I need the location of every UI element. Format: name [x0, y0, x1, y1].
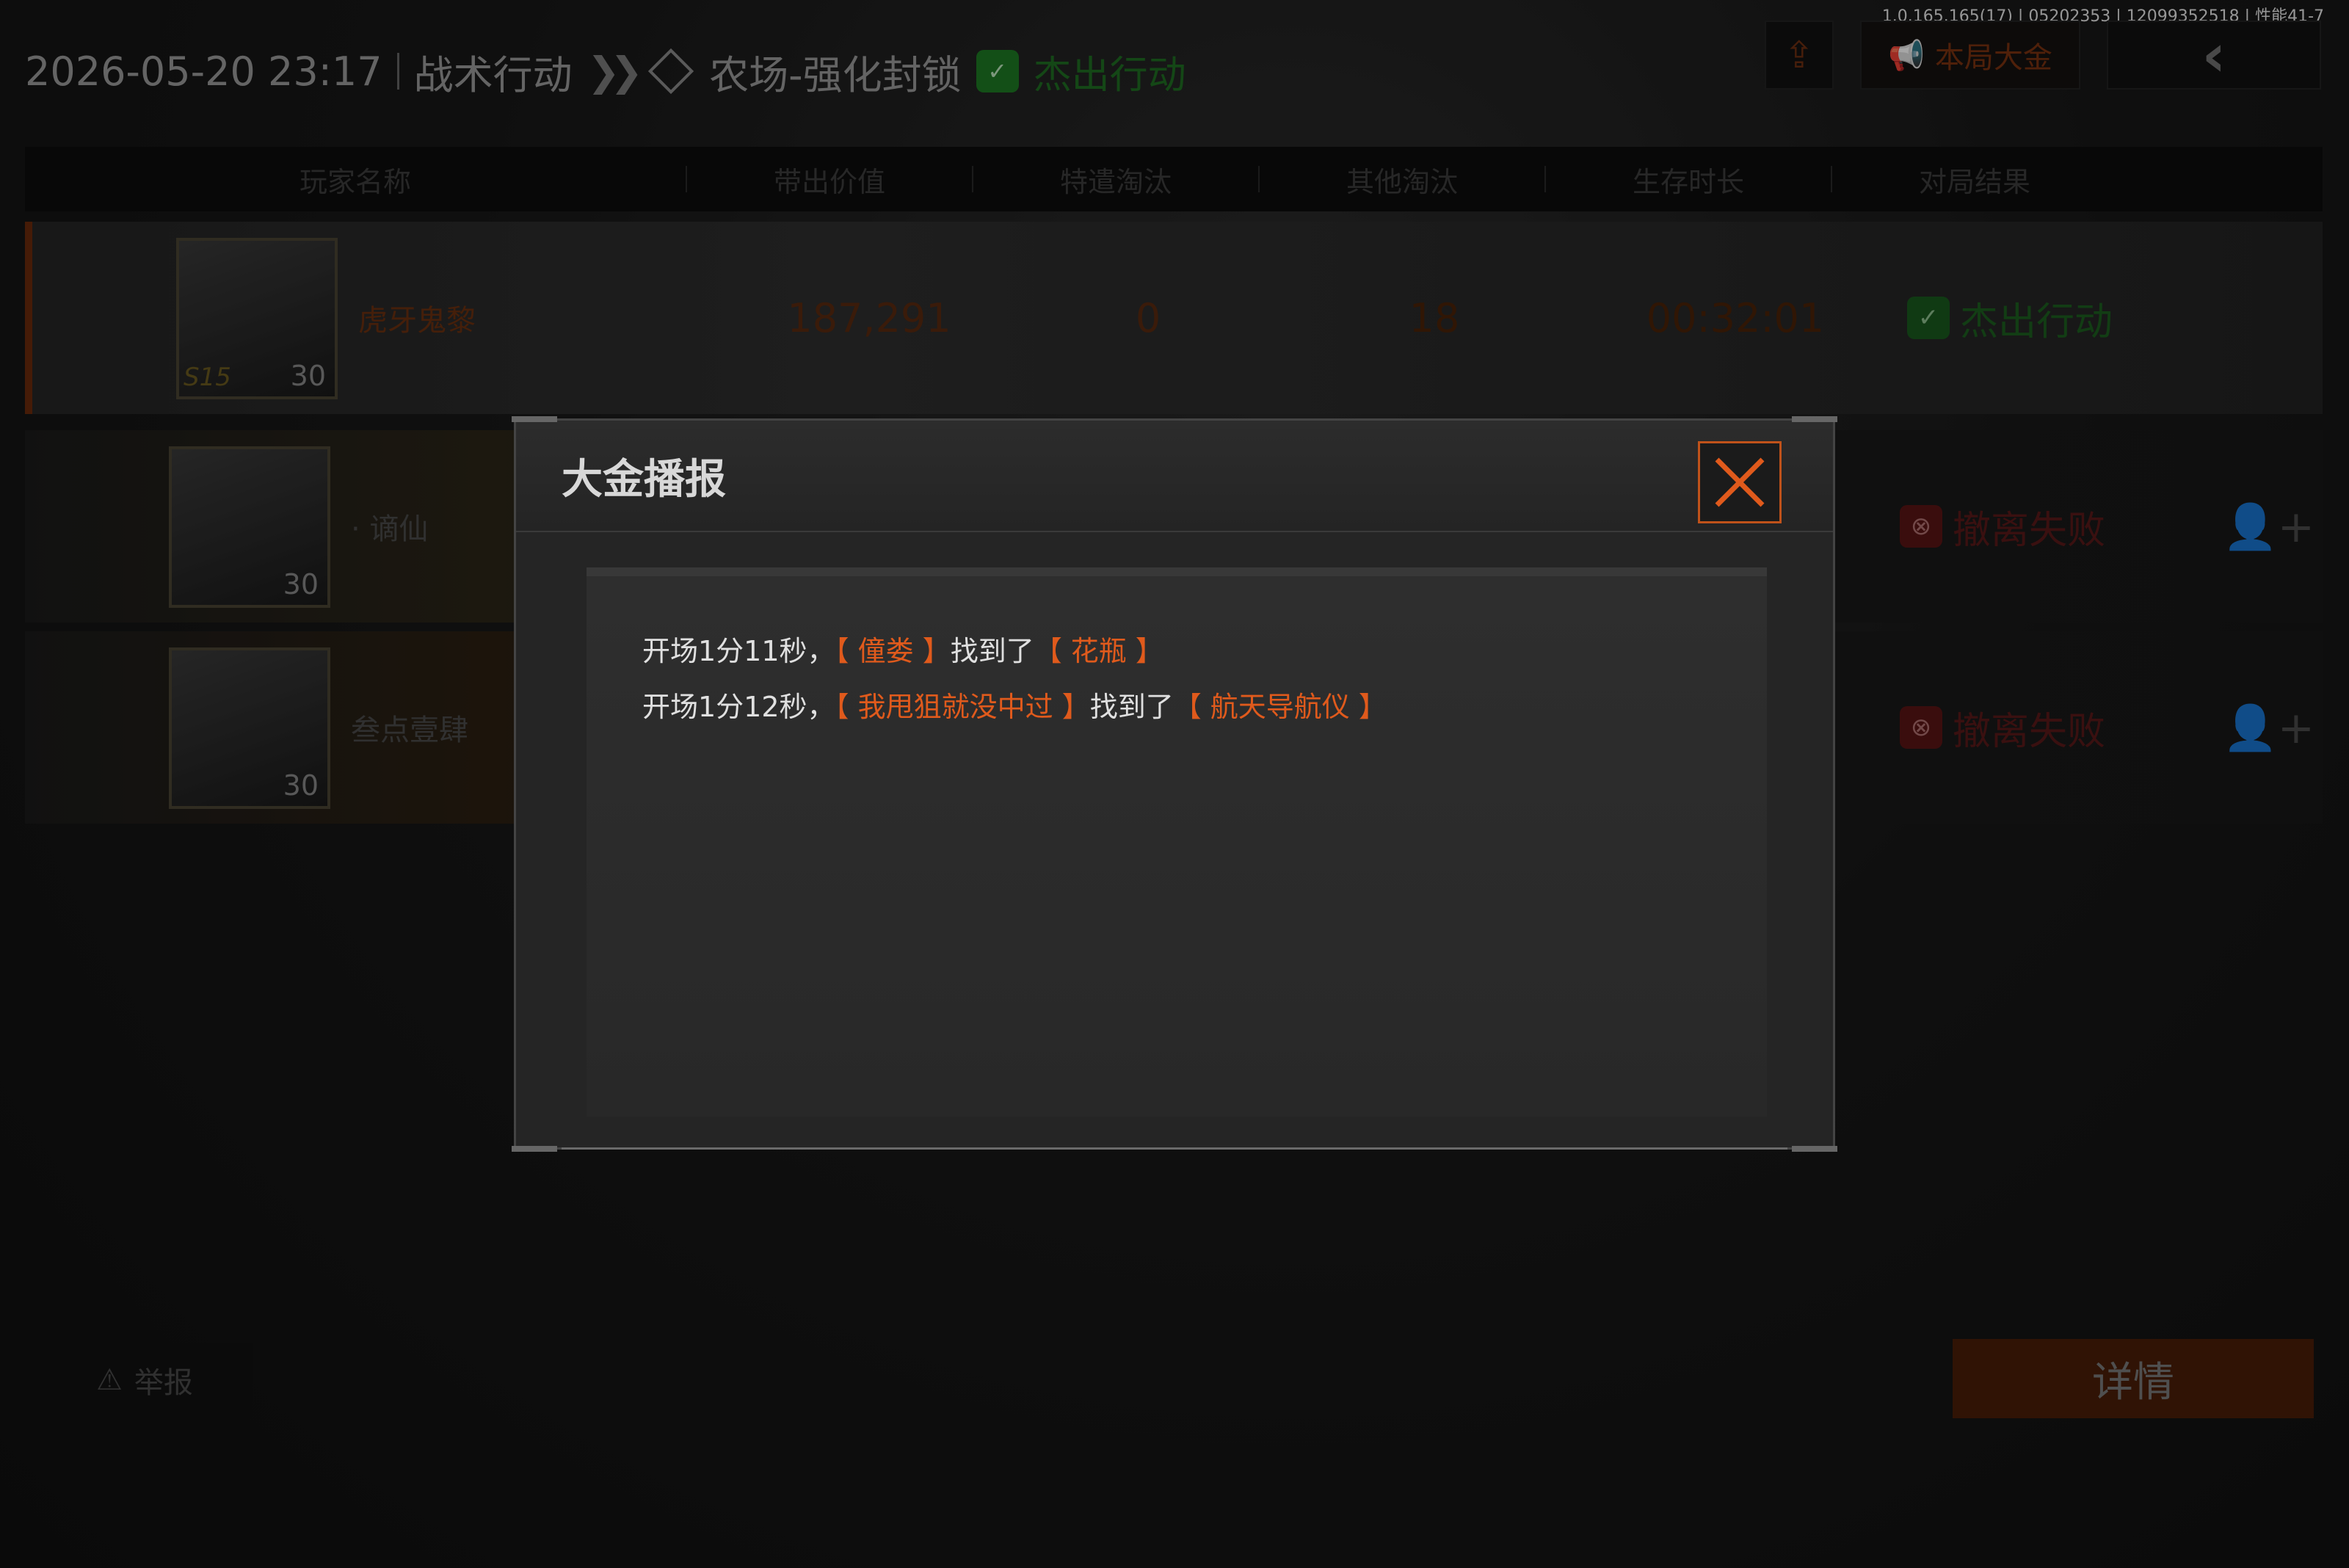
message-verb: 找到了: [1089, 691, 1174, 723]
modal-bottom-border: [562, 1147, 1787, 1150]
message-item: 【 航天导航仪 】: [1173, 691, 1387, 723]
modal-title: 大金播报: [562, 455, 726, 504]
message-verb: 找到了: [950, 635, 1034, 667]
message-time: 开场1分11秒，: [642, 635, 835, 667]
frame-corner: [512, 416, 557, 422]
close-icon: [1715, 457, 1765, 507]
frame-corner: [1792, 416, 1837, 422]
message-player: 【 僮娄 】: [835, 635, 951, 667]
modal-header: 大金播报: [516, 421, 1833, 532]
broadcast-list: 开场1分11秒，【 僮娄 】找到了【 花瓶 】 开场1分12秒，【 我甩狙就没中…: [587, 567, 1767, 1117]
broadcast-message: 开场1分11秒，【 僮娄 】找到了【 花瓶 】: [642, 623, 1711, 679]
frame-corner: [1792, 1146, 1837, 1152]
big-money-modal: 大金播报 开场1分11秒，【 僮娄 】找到了【 花瓶 】 开场1分12秒，【 我…: [512, 416, 1837, 1152]
frame-corner: [512, 1146, 557, 1152]
message-time: 开场1分12秒，: [642, 691, 835, 723]
message-player: 【 我甩狙就没中过 】: [835, 691, 1090, 723]
close-button[interactable]: [1698, 441, 1782, 523]
broadcast-message: 开场1分12秒，【 我甩狙就没中过 】找到了【 航天导航仪 】: [642, 679, 1711, 735]
message-item: 【 花瓶 】: [1034, 635, 1163, 667]
